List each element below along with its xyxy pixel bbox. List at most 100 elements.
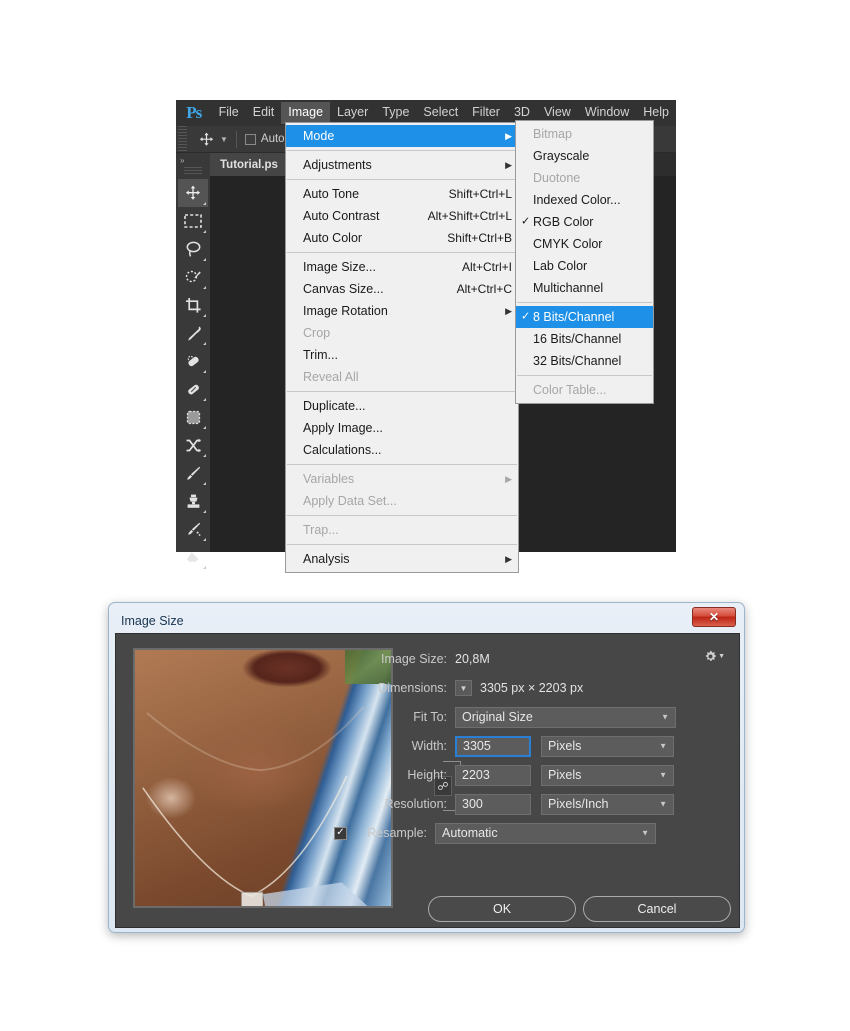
tool-patch[interactable] xyxy=(178,375,208,403)
width-unit-value: Pixels xyxy=(548,739,582,753)
menu-item-adjustments[interactable]: Adjustments ▶ xyxy=(286,154,518,176)
width-input[interactable]: 3305 xyxy=(455,735,531,757)
tool-eyedropper[interactable] xyxy=(178,319,208,347)
menubar-item-edit[interactable]: Edit xyxy=(246,102,282,124)
submenu-item-32-bits-channel[interactable]: 32 Bits/Channel xyxy=(516,350,653,372)
fit-to-row: Fit To: Original Size ▼ xyxy=(351,706,676,728)
menubar-item-type[interactable]: Type xyxy=(375,102,416,124)
cancel-button[interactable]: Cancel xyxy=(583,896,731,922)
dimensions-label: Dimensions: xyxy=(378,681,447,695)
submenu-item-duotone: Duotone xyxy=(516,167,653,189)
menubar-item-image[interactable]: Image xyxy=(281,102,331,124)
width-unit-select[interactable]: Pixels ▼ xyxy=(541,735,674,757)
submenu-item-cmyk-color[interactable]: CMYK Color xyxy=(516,233,653,255)
menu-item-auto-tone[interactable]: Auto Tone Shift+Ctrl+L xyxy=(286,183,518,205)
dialog-title-bar[interactable]: Image Size ✕ xyxy=(115,607,738,633)
tool-clone-stamp[interactable] xyxy=(178,487,208,515)
tool-move[interactable] xyxy=(178,179,208,207)
tool-lasso[interactable] xyxy=(178,235,208,263)
collapse-panel-icon[interactable]: » xyxy=(176,153,210,167)
submenu-item-rgb-color[interactable]: ✓ RGB Color xyxy=(516,211,653,233)
tool-more-corner-icon xyxy=(203,538,206,541)
height-input[interactable]: 2203 xyxy=(455,764,531,786)
menu-item-image-rotation[interactable]: Image Rotation ▶ xyxy=(286,300,518,322)
tool-more-corner-icon xyxy=(203,286,206,289)
menu-separator xyxy=(517,375,652,376)
submenu-item-8-bits-channel[interactable]: ✓ 8 Bits/Channel xyxy=(516,306,653,328)
menu-item-image-size[interactable]: Image Size... Alt+Ctrl+I xyxy=(286,256,518,278)
menu-item-label: Auto Color xyxy=(303,231,363,245)
tool-shuffle[interactable] xyxy=(178,431,208,459)
document-tab-tutorial[interactable]: Tutorial.ps xyxy=(210,153,288,176)
submenu-item-indexed-color[interactable]: Indexed Color... xyxy=(516,189,653,211)
tool-rectangular-marquee[interactable] xyxy=(178,207,208,235)
height-unit-select[interactable]: Pixels ▼ xyxy=(541,764,674,786)
close-icon[interactable]: ✕ xyxy=(692,607,736,627)
fit-to-select[interactable]: Original Size ▼ xyxy=(455,706,676,728)
submenu-item-16-bits-channel[interactable]: 16 Bits/Channel xyxy=(516,328,653,350)
chevron-down-icon: ▼ xyxy=(659,741,667,751)
submenu-arrow-icon: ▶ xyxy=(505,553,512,564)
menu-item-apply-image[interactable]: Apply Image... xyxy=(286,417,518,439)
dimensions-value: 3305 px × 2203 px xyxy=(480,681,584,695)
tool-eraser[interactable] xyxy=(178,543,208,571)
menu-separator xyxy=(287,150,517,151)
tool-brush[interactable] xyxy=(178,459,208,487)
menu-item-shortcut: Alt+Ctrl+I xyxy=(461,260,512,274)
resample-select[interactable]: Automatic ▼ xyxy=(435,822,656,844)
resample-label: Resample: xyxy=(367,826,427,840)
resolution-input[interactable]: 300 xyxy=(455,793,531,815)
menu-separator xyxy=(517,302,652,303)
gear-icon[interactable]: ▼ xyxy=(704,650,725,663)
tool-history-brush[interactable] xyxy=(178,515,208,543)
resample-checkbox[interactable]: ✓ xyxy=(334,826,347,840)
move-tool-icon[interactable] xyxy=(193,128,219,150)
height-label: Height: xyxy=(407,768,447,782)
checkmark-icon: ✓ xyxy=(521,215,531,228)
menu-separator xyxy=(287,391,517,392)
auto-select-checkbox[interactable] xyxy=(244,133,256,145)
submenu-item-lab-color[interactable]: Lab Color xyxy=(516,255,653,277)
menu-item-label: Color Table... xyxy=(533,383,607,397)
tools-panel-grip[interactable] xyxy=(184,167,202,176)
tool-more-corner-icon xyxy=(203,230,206,233)
menu-item-shortcut: Shift+Ctrl+L xyxy=(448,187,512,201)
ok-button[interactable]: OK xyxy=(428,896,576,922)
tool-more-corner-icon xyxy=(203,510,206,513)
menubar-item-layer[interactable]: Layer xyxy=(330,102,375,124)
menu-item-auto-color[interactable]: Auto Color Shift+Ctrl+B xyxy=(286,227,518,249)
menu-item-analysis[interactable]: Analysis ▶ xyxy=(286,548,518,570)
menu-item-label: RGB Color xyxy=(533,215,594,229)
height-unit-value: Pixels xyxy=(548,768,582,782)
menu-item-crop: Crop xyxy=(286,322,518,344)
menu-item-trim[interactable]: Trim... xyxy=(286,344,518,366)
menu-item-canvas-size[interactable]: Canvas Size... Alt+Ctrl+C xyxy=(286,278,518,300)
tool-spot-healing-brush[interactable] xyxy=(178,347,208,375)
menu-item-mode[interactable]: Mode ▶ xyxy=(286,125,518,147)
menu-item-label: Image Size... xyxy=(303,260,376,274)
menubar-item-filter[interactable]: Filter xyxy=(465,102,507,124)
menu-item-auto-contrast[interactable]: Auto Contrast Alt+Shift+Ctrl+L xyxy=(286,205,518,227)
tool-quick-selection[interactable] xyxy=(178,263,208,291)
menu-item-label: CMYK Color xyxy=(533,237,603,251)
dimensions-units-chevron-icon[interactable]: ▼ xyxy=(455,680,472,696)
tool-crop[interactable] xyxy=(178,291,208,319)
menu-item-calculations[interactable]: Calculations... xyxy=(286,439,518,461)
resolution-unit-select[interactable]: Pixels/Inch ▼ xyxy=(541,793,674,815)
tool-content-aware-move[interactable] xyxy=(178,403,208,431)
submenu-item-bitmap: Bitmap xyxy=(516,123,653,145)
menu-item-label: Duplicate... xyxy=(303,399,366,413)
chevron-down-icon: ▼ xyxy=(659,799,667,809)
options-bar-grip[interactable] xyxy=(178,125,187,153)
chevron-down-icon: ▼ xyxy=(641,828,649,838)
tool-preset-chevron-icon[interactable]: ▼ xyxy=(220,135,228,144)
chevron-down-icon: ▼ xyxy=(661,712,669,722)
submenu-item-multichannel[interactable]: Multichannel xyxy=(516,277,653,299)
fit-to-value: Original Size xyxy=(462,710,533,724)
menubar-item-file[interactable]: File xyxy=(212,102,246,124)
menubar-item-select[interactable]: Select xyxy=(416,102,465,124)
submenu-item-grayscale[interactable]: Grayscale xyxy=(516,145,653,167)
menu-item-label: Adjustments xyxy=(303,158,372,172)
dialog-body: ▼ Image Size: 20,8M Dimensions: ▼ 3305 p… xyxy=(115,633,740,928)
menu-item-duplicate[interactable]: Duplicate... xyxy=(286,395,518,417)
